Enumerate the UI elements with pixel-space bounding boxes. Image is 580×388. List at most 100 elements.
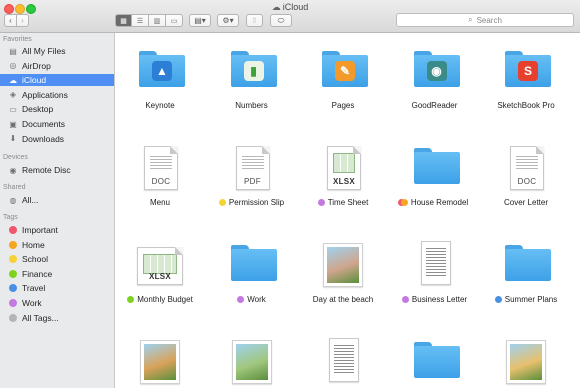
letter-document-icon	[329, 338, 359, 382]
applications-icon: ◈	[9, 90, 17, 100]
sidebar-item-tags-0[interactable]: Important	[0, 224, 114, 236]
file-label: GoodReader	[390, 101, 480, 110]
action-button[interactable]: ⚙▾	[217, 14, 239, 27]
coverflow-icon: ▭	[170, 17, 178, 25]
file-icon	[503, 241, 551, 287]
arrange-button[interactable]: ▤▾	[189, 14, 211, 27]
sidebar-item-label: Downloads	[22, 133, 65, 144]
disc-icon: ◉	[9, 165, 17, 175]
search-field[interactable]: ⌕ Search	[396, 13, 574, 27]
file-name: Work	[247, 295, 266, 304]
sidebar-item-favorites-3[interactable]: ◈ Applications	[0, 89, 114, 101]
file-icon	[412, 241, 458, 287]
sidebar-item-label: AirDrop	[22, 60, 51, 71]
column-view-button[interactable]: ▥	[149, 14, 166, 27]
search-icon: ⌕	[468, 15, 473, 24]
sidebar-item-tags-5[interactable]: Work	[0, 297, 114, 309]
tag-button[interactable]: ⬭	[270, 14, 292, 27]
network-icon: ◍	[9, 195, 17, 205]
tag-color-dot	[9, 226, 17, 234]
file-icon: ▲	[137, 47, 185, 93]
file-extension: PDF	[244, 177, 261, 186]
sidebar-item-favorites-4[interactable]: ▭ Desktop	[0, 103, 114, 115]
file-extension: XLSX	[148, 272, 172, 281]
toolbar: ☁ iCloud ‹ › ▦ ☰ ▥ ▭ ▤▾ ⚙▾ ⇪ ⬭ ⌕ Search	[0, 0, 580, 33]
sidebar-item-tags-4[interactable]: Travel	[0, 282, 114, 294]
photo-icon	[231, 340, 272, 384]
file-name: Business Letter	[411, 295, 468, 304]
sidebar-item-label: Documents	[22, 119, 65, 129]
sidebar-section-tags: Tags	[3, 214, 18, 221]
file-name: Cover Letter	[503, 198, 549, 207]
file-icon: ◉	[412, 47, 460, 93]
sidebar-item-favorites-2[interactable]: ☁ iCloud	[0, 74, 114, 87]
icon-view-button[interactable]: ▦	[115, 14, 132, 27]
spreadsheet-icon: XLSX	[137, 247, 183, 285]
file-label: SketchBook Pro	[481, 101, 571, 110]
sidebar-item-tags-2[interactable]: School	[0, 253, 114, 265]
file-icon	[137, 338, 183, 384]
file-icon: DOC	[503, 144, 549, 190]
tag-color-dot	[9, 284, 17, 293]
tag-icon: ⬭	[277, 15, 285, 25]
file-name: Pages	[331, 101, 355, 110]
spreadsheet-icon: XLSX	[327, 146, 361, 190]
file-label: Day at the beach	[298, 295, 388, 304]
tag-color-dot	[9, 255, 17, 264]
sidebar-item-favorites-1[interactable]: ◎ AirDrop	[0, 60, 114, 72]
view-mode-group: ▦ ☰ ▥ ▭	[115, 14, 183, 27]
tag-dot	[494, 296, 502, 303]
sidebar-item-favorites-6[interactable]: ⬇ Downloads	[0, 133, 114, 145]
sidebar-item-favorites-5[interactable]: ▣ Documents	[0, 118, 114, 130]
file-label: Permission Slip	[207, 198, 297, 207]
sidebar-item-label: Travel	[22, 283, 46, 294]
letter-document-icon	[420, 241, 451, 285]
sidebar-item-tags-3[interactable]: Finance	[0, 268, 114, 280]
file-label: Keynote	[115, 101, 205, 110]
file-grid: ▲ Keynote ▮ Numbers ✎ Pages ◉ GoodReader S Sketch…	[115, 33, 580, 388]
file-extension: DOC	[517, 177, 537, 186]
share-button[interactable]: ⇪	[246, 14, 263, 27]
tag-dot	[401, 296, 409, 303]
file-extension: DOC	[151, 177, 171, 186]
sidebar-item-label: Applications	[22, 89, 68, 100]
sidebar-item-label: School	[22, 254, 48, 265]
tag-dot	[218, 199, 226, 206]
sidebar-item-devices-0[interactable]: ◉ Remote Disc	[0, 164, 114, 176]
sidebar-item-label: Work	[22, 298, 42, 308]
all-files-icon: ▤	[9, 46, 17, 56]
file-label: Menu	[115, 198, 205, 207]
tag-color-dot	[9, 313, 17, 322]
coverflow-view-button[interactable]: ▭	[166, 14, 183, 27]
columns-icon: ▥	[153, 17, 161, 25]
sidebar-item-tags-6[interactable]: All Tags...	[0, 312, 114, 324]
file-name: Day at the beach	[312, 295, 374, 304]
sidebar-item-tags-1[interactable]: Home	[0, 239, 114, 251]
forward-button[interactable]: ›	[16, 14, 29, 27]
tag-color-dot	[9, 240, 17, 249]
file-icon	[229, 338, 275, 384]
sidebar-item-favorites-0[interactable]: ▤ All My Files	[0, 45, 114, 57]
file-name: Permission Slip	[228, 198, 285, 207]
sidebar-item-shared-0[interactable]: ◍ All...	[0, 194, 114, 206]
file-name: Summer Plans	[504, 295, 558, 304]
sidebar-item-label: Important	[22, 225, 58, 235]
file-name: Menu	[149, 198, 170, 207]
cloud-icon: ☁	[271, 2, 281, 12]
downloads-icon: ⬇	[9, 134, 17, 144]
file-label: Numbers	[207, 101, 297, 110]
sidebar-section-shared: Shared	[3, 184, 26, 191]
folder-icon: ✎	[322, 51, 368, 87]
file-name: SketchBook Pro	[497, 101, 555, 110]
finder-window: ☁ iCloud ‹ › ▦ ☰ ▥ ▭ ▤▾ ⚙▾ ⇪ ⬭ ⌕ Search F…	[0, 0, 580, 388]
folder-icon: ◉	[413, 51, 460, 87]
sidebar-section-devices: Devices	[3, 154, 28, 161]
sidebar-item-label: All My Files	[22, 46, 66, 56]
file-icon: ✎	[320, 47, 368, 93]
file-name: Keynote	[145, 101, 175, 110]
folder-icon: S	[505, 51, 551, 87]
grid-icon: ▦	[120, 17, 127, 25]
photo-icon	[140, 340, 180, 384]
folder-icon	[505, 245, 551, 281]
list-view-button[interactable]: ☰	[132, 14, 149, 27]
